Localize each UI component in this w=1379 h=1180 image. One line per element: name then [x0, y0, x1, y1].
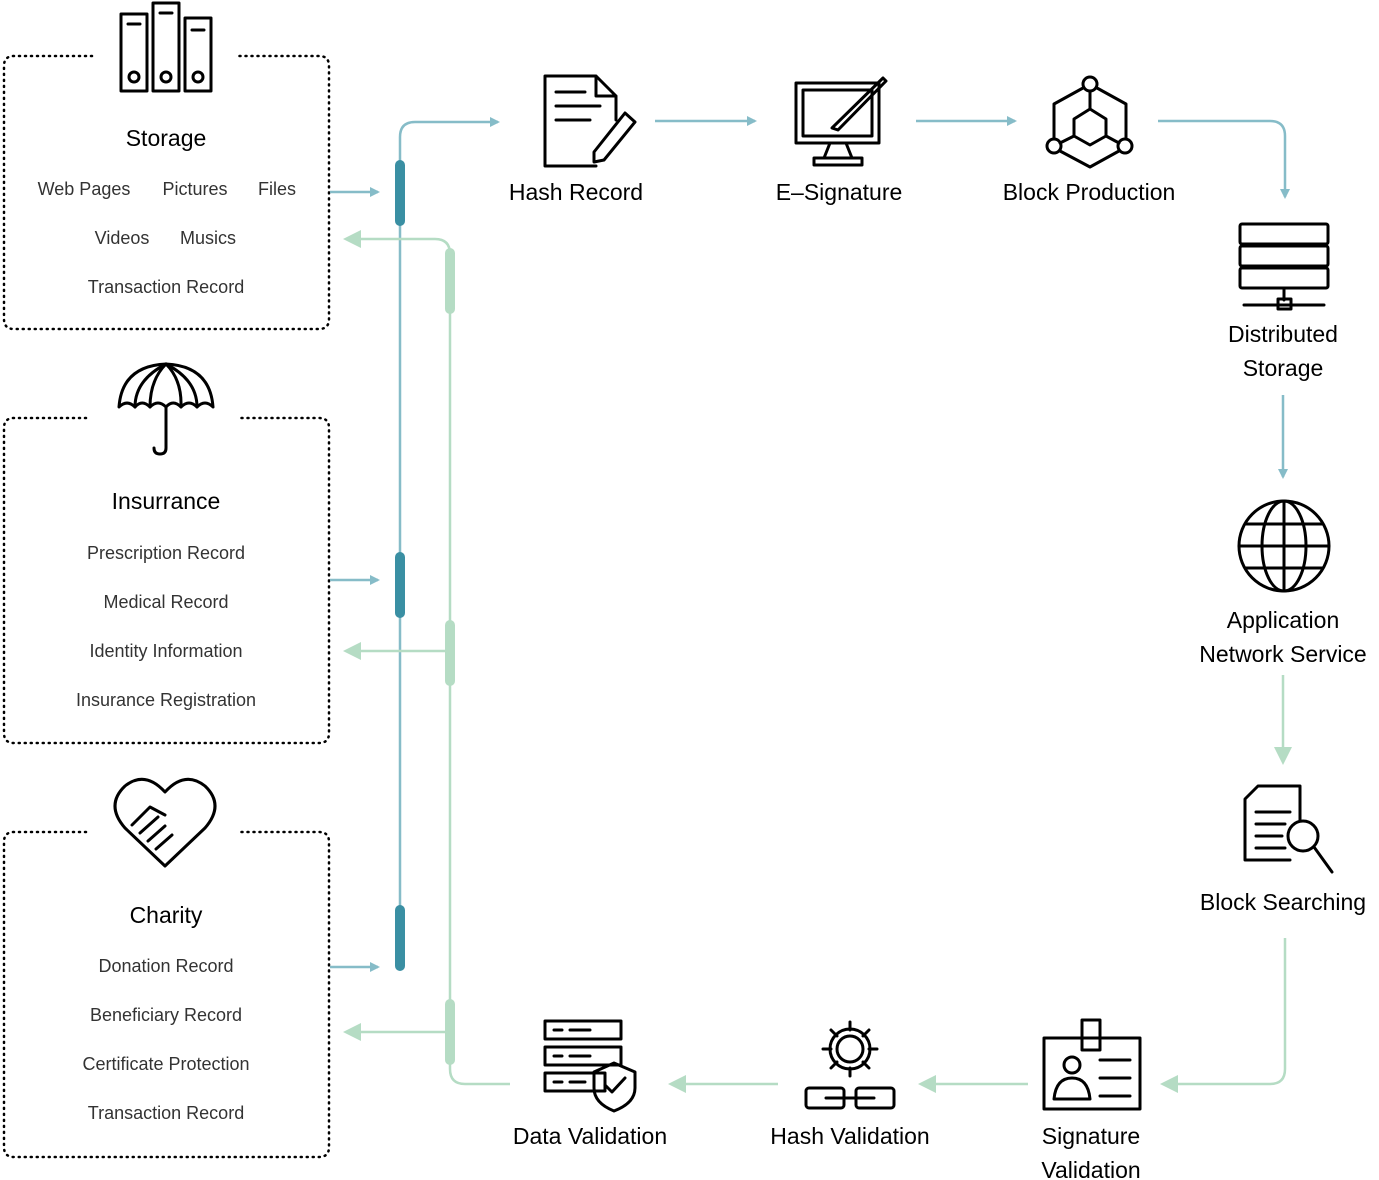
source-item: Videos [95, 228, 150, 248]
signature-validation-step: Signature Validation [1041, 1018, 1142, 1180]
signature-validation-label: Validation [1041, 1157, 1140, 1180]
source-item: Web Pages [38, 179, 131, 199]
source-item: Insurance Registration [76, 690, 256, 710]
signature-validation-label: Signature [1042, 1123, 1140, 1149]
insurance-title: Insurrance [112, 488, 221, 514]
database-shield-icon [543, 1019, 637, 1113]
e-signature-step: E–Signature [776, 76, 903, 205]
source-item: Identity Information [89, 641, 242, 661]
monitor-pen-icon [794, 76, 888, 167]
data-validation-step: Data Validation [513, 1019, 667, 1149]
hash-record-step: Hash Record [509, 74, 643, 205]
document-search-icon [1243, 784, 1334, 874]
source-item: Musics [180, 228, 236, 248]
binders-icon [119, 1, 213, 93]
charity-title: Charity [130, 902, 203, 928]
bus-connector [395, 160, 405, 226]
source-item: Certificate Protection [82, 1054, 249, 1074]
id-card-icon [1042, 1018, 1142, 1111]
block-production-label: Block Production [1003, 179, 1176, 205]
server-rack-icon [1238, 222, 1330, 311]
source-item: Prescription Record [87, 543, 245, 563]
hash-record-label: Hash Record [509, 179, 643, 205]
application-network-label: Network Service [1199, 641, 1366, 667]
source-item: Beneficiary Record [90, 1005, 242, 1025]
distributed-storage-label: Storage [1243, 355, 1324, 381]
blockchain-flow-diagram: Storage Web Pages Pictures Files Videos … [2, 1, 1367, 1180]
bus-connector [445, 248, 455, 314]
block-production-step: Block Production [1003, 75, 1176, 205]
source-item: Donation Record [98, 956, 233, 976]
handshake-heart-icon [113, 777, 217, 868]
source-item: Pictures [162, 179, 227, 199]
application-network-step: Application Network Service [1199, 499, 1367, 667]
blockchain-network-icon [1045, 75, 1134, 169]
source-item: Files [258, 179, 296, 199]
bus-connector [445, 999, 455, 1065]
globe-icon [1237, 499, 1331, 593]
storage-box: Storage Web Pages Pictures Files Videos … [2, 1, 331, 331]
gear-link-icon [804, 1020, 896, 1110]
bus-connector [445, 620, 455, 686]
umbrella-icon [117, 362, 215, 456]
upload-flow-lines [330, 117, 500, 972]
application-network-label: Application [1227, 607, 1340, 633]
source-item: Medical Record [103, 592, 228, 612]
insurance-box: Insurrance Prescription Record Medical R… [2, 362, 331, 745]
charity-box: Charity Donation Record Beneficiary Reco… [2, 777, 331, 1159]
hash-validation-step: Hash Validation [770, 1020, 930, 1149]
source-item: Transaction Record [88, 277, 244, 297]
distributed-storage-step: Distributed Storage [1228, 222, 1338, 381]
validation-flow-lines [343, 230, 510, 1086]
block-searching-step: Block Searching [1200, 784, 1366, 915]
block-searching-label: Block Searching [1200, 889, 1366, 915]
document-pen-icon [543, 74, 637, 168]
bus-connector [395, 905, 405, 971]
hash-validation-label: Hash Validation [770, 1123, 929, 1149]
distributed-storage-label: Distributed [1228, 321, 1338, 347]
bus-connector [395, 552, 405, 618]
data-validation-label: Data Validation [513, 1123, 667, 1149]
e-signature-label: E–Signature [776, 179, 903, 205]
storage-title: Storage [126, 125, 207, 151]
source-item: Transaction Record [88, 1103, 244, 1123]
